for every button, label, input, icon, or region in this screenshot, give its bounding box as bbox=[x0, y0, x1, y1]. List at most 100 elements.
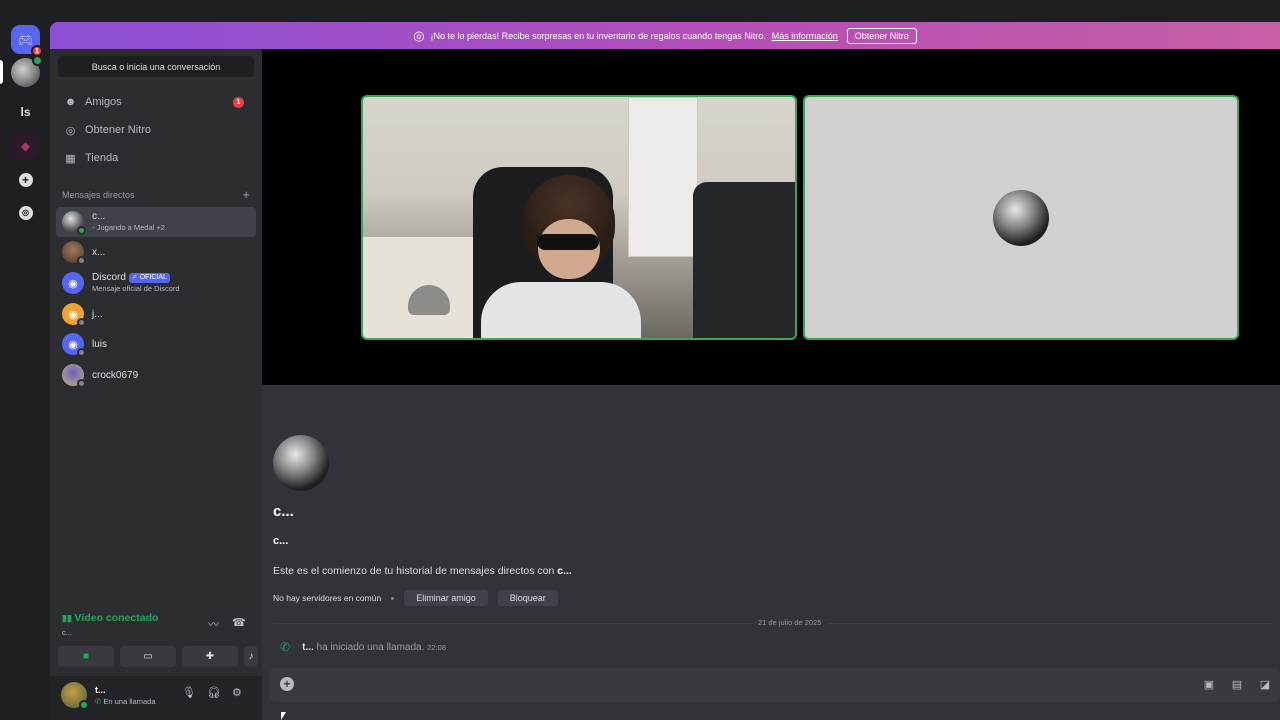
search-input[interactable]: Busca o inicia una conversación bbox=[58, 56, 254, 77]
dm-item-luis[interactable]: ◉ luis bbox=[56, 329, 256, 359]
gift-icon[interactable]: ▣ bbox=[1202, 677, 1216, 691]
voice-channel: c... bbox=[62, 628, 73, 637]
intro-prefix: Este es el comienzo de tu historial de m… bbox=[273, 565, 558, 577]
discord-logo-icon: 🎮︎ bbox=[17, 32, 34, 47]
participant-avatar bbox=[993, 189, 1049, 246]
phone-icon: ✆ bbox=[280, 640, 291, 654]
user-status: ✆ En una llamada bbox=[95, 697, 156, 706]
rail-selection-pill bbox=[0, 60, 3, 84]
offline-status-icon bbox=[77, 256, 86, 265]
screen-share-icon: ▭ bbox=[143, 651, 153, 662]
add-server-button[interactable]: + bbox=[11, 165, 40, 194]
get-nitro-button[interactable]: Obtener Nitro bbox=[846, 27, 917, 44]
create-dm-plus-icon[interactable]: + bbox=[242, 187, 250, 202]
disconnect-icon[interactable]: ☎ bbox=[232, 616, 246, 629]
screen-share-button[interactable]: ▭ bbox=[120, 646, 176, 667]
server-rail: 🎮︎ 1 ls ◆ + ◎ bbox=[0, 0, 50, 720]
profile-avatar bbox=[273, 435, 329, 491]
microphone-icon[interactable]: 🎙︎ bbox=[182, 686, 196, 699]
dm-name: Discord ✓ OFICIAL bbox=[92, 272, 180, 283]
online-status-icon bbox=[79, 700, 89, 710]
official-badge: ✓ OFICIAL bbox=[128, 273, 170, 283]
avatar: ◉ bbox=[62, 333, 86, 357]
server-ls[interactable]: ls bbox=[11, 97, 40, 126]
chat-area: c... c... Este es el comienzo de tu hist… bbox=[262, 385, 1280, 720]
nav-nitro[interactable]: ◎ Obtener Nitro bbox=[58, 118, 254, 142]
avatar bbox=[62, 241, 86, 265]
gif-icon[interactable]: ▤ bbox=[1230, 677, 1244, 691]
dm-sidebar: Busca o inicia una conversación ☻ Amigos… bbox=[50, 49, 262, 720]
dm-item-crock0679[interactable]: crock0679 bbox=[56, 360, 256, 390]
video-call-area bbox=[262, 49, 1280, 385]
dm-item-x[interactable]: x... bbox=[56, 237, 256, 267]
video-tile-camera[interactable] bbox=[361, 95, 797, 340]
online-status-icon bbox=[32, 55, 43, 66]
discord-logo-icon: ◉ bbox=[62, 272, 84, 294]
server-icon[interactable]: ◆ bbox=[11, 131, 40, 160]
dm-item-j[interactable]: ◉ j... bbox=[56, 299, 256, 329]
attach-plus-icon[interactable]: + bbox=[280, 677, 294, 691]
offline-status-icon bbox=[77, 318, 86, 327]
camera-icon: ■ bbox=[82, 651, 90, 662]
user-avatar[interactable] bbox=[61, 682, 89, 710]
compass-icon: ◎ bbox=[18, 205, 33, 220]
explore-button[interactable]: ◎ bbox=[11, 198, 40, 227]
camera-button[interactable]: ■ bbox=[58, 646, 114, 667]
dm-item-c[interactable]: c... ▪ Jugando a Medal +2 bbox=[56, 207, 256, 237]
dm-name-text: Discord bbox=[92, 272, 126, 283]
gear-icon[interactable]: ⚙ bbox=[232, 686, 242, 699]
nav-shop[interactable]: ▦ Tienda bbox=[58, 146, 254, 170]
soundboard-button[interactable]: ♪ bbox=[244, 646, 258, 667]
remove-friend-button[interactable]: Eliminar amigo bbox=[404, 590, 488, 606]
soundboard-icon: ♪ bbox=[248, 651, 254, 662]
dm-activity-text: Jugando a Medal +2 bbox=[96, 223, 165, 232]
video-frame bbox=[537, 234, 599, 250]
dm-activity: ▪ Jugando a Medal +2 bbox=[92, 222, 165, 233]
intro-text: Este es el comienzo de tu historial de m… bbox=[273, 565, 572, 577]
call-message: ✆ t... ha iniciado una llamada. 22:08 bbox=[280, 640, 446, 654]
noise-suppression-icon[interactable]: 〰 bbox=[208, 616, 219, 632]
discord-home-button[interactable]: 🎮︎ 1 bbox=[11, 25, 43, 57]
separator-dot bbox=[391, 596, 395, 600]
block-button[interactable]: Bloquear bbox=[497, 590, 558, 606]
dm-name: luis bbox=[92, 338, 108, 350]
mouse-cursor bbox=[281, 712, 286, 720]
gamepad-icon: ✚ bbox=[205, 651, 215, 662]
message-composer[interactable]: + ▣ ▤ ◪ bbox=[270, 668, 1280, 702]
signal-icon: ▮▮ bbox=[62, 613, 75, 623]
friends-icon: ☻ bbox=[64, 96, 77, 108]
user-status-text: En una llamada bbox=[103, 697, 156, 706]
activity-button[interactable]: ✚ bbox=[182, 646, 238, 667]
dm-item-discord[interactable]: ◉ Discord ✓ OFICIAL Mensaje oficial de Di… bbox=[56, 268, 256, 298]
server-ls-label: ls bbox=[20, 104, 31, 119]
dm-name: x... bbox=[92, 246, 106, 258]
call-text: t... ha iniciado una llamada. 22:08 bbox=[302, 642, 446, 653]
nitro-banner: ◎ ¡No te lo pierdas! Recibe sorpresas en… bbox=[50, 22, 1280, 49]
nav-nitro-label: Obtener Nitro bbox=[85, 124, 152, 136]
online-status-icon bbox=[77, 226, 86, 235]
nav-shop-label: Tienda bbox=[85, 152, 119, 164]
video-frame bbox=[693, 182, 795, 338]
sticker-icon[interactable]: ◪ bbox=[1258, 677, 1272, 691]
shop-icon: ▦ bbox=[65, 152, 76, 165]
date-divider-label: 21 de julio de 2025 bbox=[752, 618, 828, 627]
call-user: t... bbox=[302, 641, 314, 653]
nitro-icon: ◎ bbox=[413, 27, 425, 43]
banner-more-info-link[interactable]: Más información bbox=[772, 31, 838, 41]
banner-text: ¡No te lo pierdas! Recibe sorpresas en t… bbox=[430, 30, 766, 41]
voice-status-text: Vídeo conectado bbox=[74, 612, 159, 624]
dm-name: c... bbox=[92, 211, 106, 222]
nav-friends[interactable]: ☻ Amigos 1 bbox=[58, 90, 254, 114]
video-tile-avatar[interactable] bbox=[803, 95, 1239, 340]
offline-status-icon bbox=[77, 348, 86, 357]
intro-name: c... bbox=[557, 565, 572, 577]
call-action: ha iniciado una llamada. bbox=[313, 641, 425, 653]
avatar bbox=[62, 211, 86, 235]
dm-name: crock0679 bbox=[92, 369, 139, 381]
profile-display-name: c... bbox=[273, 503, 294, 520]
rail-dm-avatar[interactable] bbox=[11, 55, 43, 87]
video-frame bbox=[628, 97, 698, 257]
voice-status: ▮▮ Vídeo conectado bbox=[62, 612, 158, 624]
dm-header-label: Mensajes directos bbox=[62, 190, 135, 200]
headphones-icon[interactable]: 🎧︎ bbox=[207, 686, 221, 699]
